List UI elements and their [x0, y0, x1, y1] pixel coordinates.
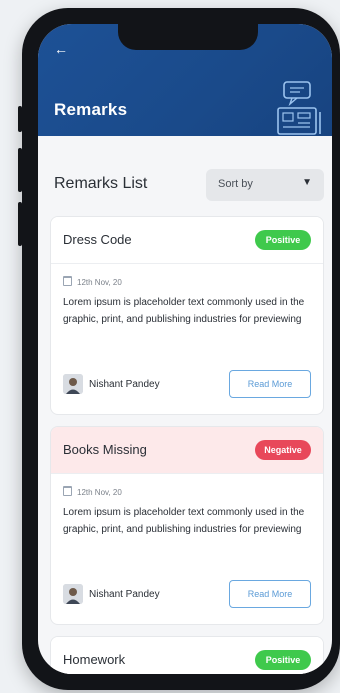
remark-card-dress-code: Dress Code Positive 12th Nov, 20 Lorem i… [50, 216, 324, 415]
date-text: 12th Nov, 20 [77, 488, 122, 497]
page-title: Remarks [54, 100, 128, 119]
remark-card-homework: Homework Positive [50, 636, 324, 674]
avatar [63, 374, 83, 394]
card-body: 12th Nov, 20 Lorem ipsum is placeholder … [51, 264, 323, 414]
card-title: Books Missing [63, 442, 147, 457]
card-title: Homework [63, 652, 126, 667]
card-title: Dress Code [63, 232, 132, 247]
author-name: Nishant Pandey [89, 379, 160, 390]
remark-description: Lorem ipsum is placeholder text commonly… [63, 507, 305, 535]
list-title: Remarks List [54, 175, 148, 192]
remark-card-books-missing: Books Missing Negative 12th Nov, 20 Lore… [50, 426, 324, 625]
volume-down-button [18, 202, 22, 246]
read-more-button[interactable]: Read More [229, 580, 311, 608]
card-header: Dress Code Positive [51, 217, 323, 264]
date-label: 12th Nov, 20 [63, 276, 122, 287]
caret-down-icon: ▼ [302, 177, 312, 188]
status-badge: Negative [255, 440, 311, 460]
phone-screen: ← Remarks Remarks List Sort by ▼ Dress C… [38, 24, 332, 674]
status-badge: Positive [255, 650, 311, 670]
status-badge: Positive [255, 230, 311, 250]
notch [118, 24, 258, 50]
card-body: 12th Nov, 20 Lorem ipsum is placeholder … [51, 474, 323, 624]
arrow-left-icon[interactable]: ← [54, 42, 68, 56]
read-more-button[interactable]: Read More [229, 370, 311, 398]
volume-up-button [18, 148, 22, 192]
sort-label: Sort by [218, 178, 253, 190]
avatar [63, 584, 83, 604]
phone-frame: ← Remarks Remarks List Sort by ▼ Dress C… [18, 8, 340, 690]
remark-description: Lorem ipsum is placeholder text commonly… [63, 297, 305, 325]
notice-board-icon [277, 81, 321, 135]
remarks-toolbar: Remarks List Sort by ▼ [54, 169, 324, 203]
sort-dropdown[interactable]: Sort by ▼ [206, 169, 324, 201]
date-text: 12th Nov, 20 [77, 278, 122, 287]
date-label: 12th Nov, 20 [63, 486, 122, 497]
calendar-icon [63, 486, 72, 496]
mute-switch [18, 106, 22, 132]
author-name: Nishant Pandey [89, 589, 160, 600]
card-header: Homework Positive [51, 637, 323, 674]
calendar-icon [63, 276, 72, 286]
card-header: Books Missing Negative [51, 427, 323, 474]
